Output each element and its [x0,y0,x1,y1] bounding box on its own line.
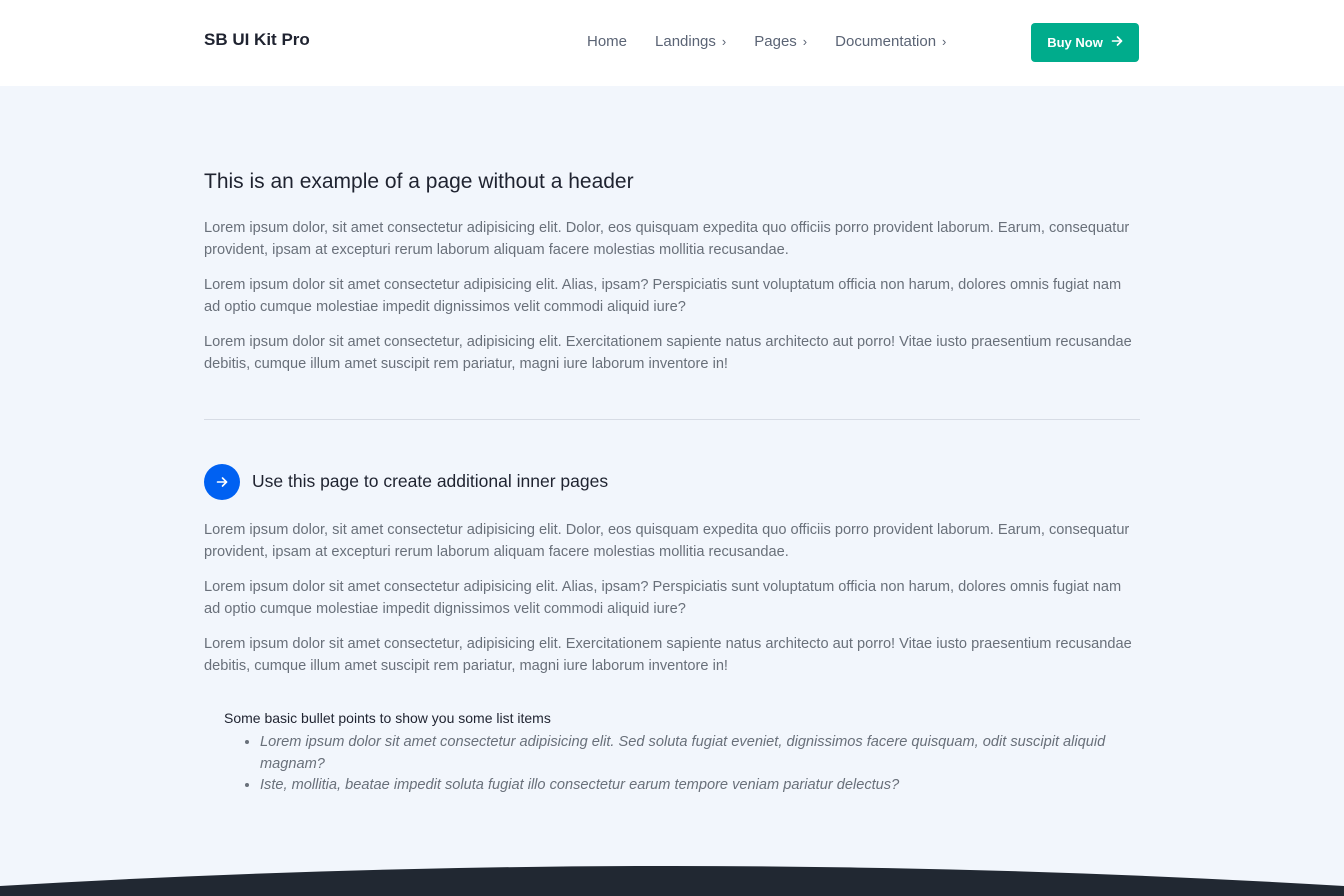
nav-item-documentation[interactable]: Documentation › [835,33,946,50]
nav-item-label: Home [587,33,628,50]
section-subtitle: Use this page to create additional inner… [252,471,609,491]
bullet-list: Lorem ipsum dolor sit amet consectetur a… [224,732,1124,797]
paragraph: Lorem ipsum dolor, sit amet consectetur … [204,220,1130,258]
paragraph: Lorem ipsum dolor sit amet consectetur, … [204,334,1132,372]
nav-links: Home Landings › Pages › Documentation › [587,33,946,50]
page-title: This is an example of a page without a h… [204,170,634,193]
nav-item-home[interactable]: Home [587,33,627,50]
arrow-right-icon [1111,35,1123,50]
buy-now-button[interactable]: Buy Now [1031,23,1139,62]
navbar: SB UI Kit Pro Home Landings › Pages › Do… [0,0,1344,86]
list-item: Lorem ipsum dolor sit amet consectetur a… [260,732,1124,775]
nav-item-pages[interactable]: Pages › [754,33,807,50]
nav-item-label: Landings [655,33,716,50]
arrow-right-icon [204,464,240,500]
divider [204,419,1140,420]
chevron-right-icon: › [721,34,727,49]
list-title: Some basic bullet points to show you som… [224,710,551,726]
bullet-list-block: Some basic bullet points to show you som… [224,710,1124,797]
nav-item-landings[interactable]: Landings › [655,33,726,50]
brand-logo[interactable]: SB UI Kit Pro [204,30,310,50]
paragraph: Lorem ipsum dolor, sit amet consectetur … [204,522,1130,560]
list-item: Iste, mollitia, beatae impedit soluta fu… [260,775,1124,797]
paragraph: Lorem ipsum dolor sit amet consectetur, … [204,636,1132,674]
footer-curve [0,866,1344,896]
chevron-right-icon: › [942,34,947,49]
nav-item-label: Documentation [835,33,937,50]
paragraph: Lorem ipsum dolor sit amet consectetur a… [204,277,1122,315]
buy-now-label: Buy Now [1047,35,1103,50]
chevron-right-icon: › [802,34,808,49]
paragraph: Lorem ipsum dolor sit amet consectetur a… [204,579,1122,617]
nav-item-label: Pages [754,33,797,50]
